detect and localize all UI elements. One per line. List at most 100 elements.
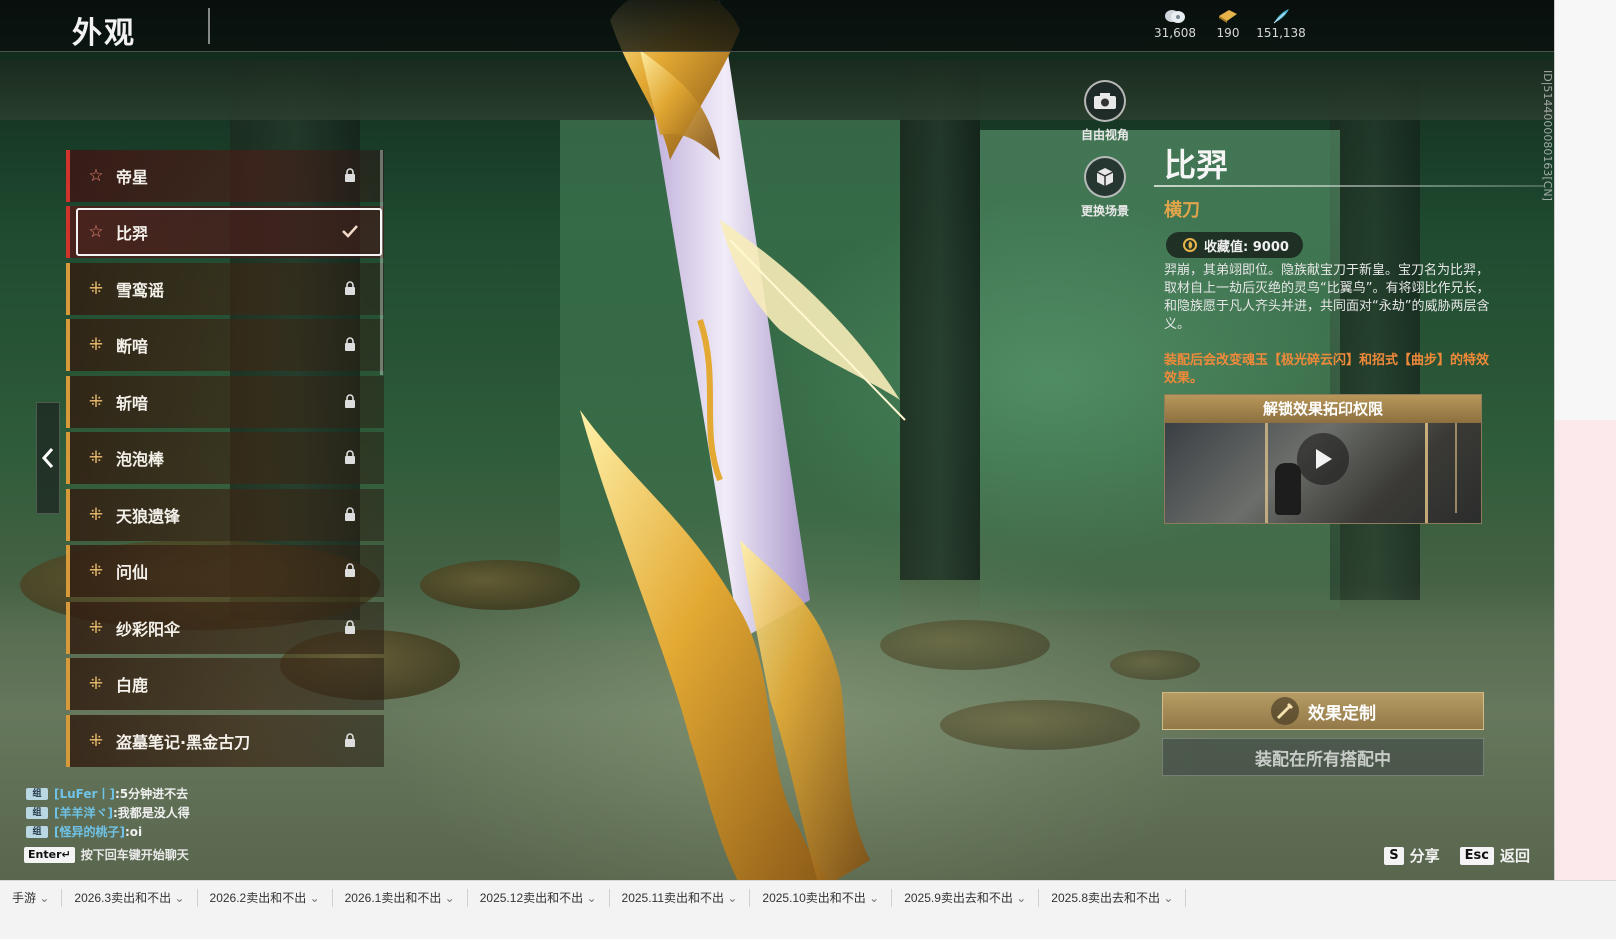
skin-item-daomubiji[interactable]: ⁜ 盗墓笔记·黑金古刀 bbox=[66, 715, 384, 767]
skin-item-shacaiyangsan[interactable]: ⁜ 纱彩阳伞 bbox=[66, 602, 384, 654]
change-scene-label: 更换场景 bbox=[1080, 204, 1129, 218]
star-icon: ☆ bbox=[88, 166, 104, 186]
sheet-tab[interactable]: 2026.1卖出和不出 bbox=[333, 889, 468, 907]
lock-icon bbox=[330, 562, 370, 581]
list-scrollbar[interactable] bbox=[380, 150, 383, 375]
sheet-tab[interactable]: 2025.11卖出和不出 bbox=[610, 889, 751, 907]
skin-item-zhanyin[interactable]: ⁜ 斩喑 bbox=[66, 376, 384, 428]
sheet-tab[interactable]: 2025.8卖出去和不出 bbox=[1039, 889, 1187, 907]
skin-item-label: 断喑 bbox=[116, 337, 149, 356]
detail-panel: 比羿 横刀 收藏值: 9000 羿崩，其弟翊即位。隐族献宝刀于新皇。宝刀名为比羿… bbox=[1154, 140, 1560, 524]
skin-item-label: 帝星 bbox=[116, 168, 149, 187]
equip-all-button[interactable]: 装配在所有搭配中 bbox=[1162, 738, 1484, 776]
equip-all-label: 装配在所有搭配中 bbox=[1255, 749, 1391, 770]
unlock-effect-title: 解锁效果拓印权限 bbox=[1165, 395, 1481, 423]
chat-text: :oi bbox=[124, 824, 143, 839]
effect-customize-label: 效果定制 bbox=[1308, 703, 1376, 724]
skin-item-dixing[interactable]: ☆ 帝星 bbox=[66, 150, 384, 202]
skin-item-tianlangyifeng[interactable]: ⁜ 天狼遗锋 bbox=[66, 489, 384, 541]
cross-icon: ⁜ bbox=[88, 505, 104, 525]
chat-message: 组 [羊羊洋ヾ] :我都是没人得 bbox=[26, 803, 446, 822]
chat-hint-text: 按下回车键开始聊天 bbox=[80, 848, 189, 862]
chat-message: 组 [怪异的桃子] :oi bbox=[26, 822, 446, 841]
star-icon: ☆ bbox=[88, 222, 104, 242]
unlock-effect-card[interactable]: 解锁效果拓印权限 bbox=[1164, 394, 1482, 524]
currency-feather[interactable]: 151,138 bbox=[1246, 8, 1316, 40]
chat-sender[interactable]: [羊羊洋ヾ] bbox=[54, 804, 113, 821]
cross-icon: ⁜ bbox=[88, 731, 104, 751]
spreadsheet-tab-strip: 手游2026.3卖出和不出2026.2卖出和不出2026.1卖出和不出2025.… bbox=[0, 880, 1616, 939]
chat-panel[interactable]: 组 [LuFer丨] :5分钟进不去 组 [羊羊洋ヾ] :我都是没人得 组 [怪… bbox=[26, 784, 446, 841]
free-view-button[interactable]: 自由视角 bbox=[1075, 80, 1135, 143]
chat-text: :5分钟进不去 bbox=[114, 787, 189, 801]
cross-icon: ⁜ bbox=[88, 335, 104, 355]
cross-icon: ⁜ bbox=[88, 561, 104, 581]
lock-icon bbox=[330, 506, 370, 525]
collection-value: 收藏值: 9000 bbox=[1204, 239, 1289, 255]
collection-value-badge: 收藏值: 9000 bbox=[1166, 232, 1303, 258]
sheet-tab[interactable]: 2026.3卖出和不出 bbox=[62, 889, 198, 907]
skin-list[interactable]: ☆ 帝星 ☆ 比羿 ⁜ 雪鸾谣 ⁜ 断喑 ⁜ 斩喑 ⁜ 泡泡棒 ⁜ 天狼遗锋 ⁜… bbox=[66, 150, 384, 790]
lock-icon bbox=[330, 732, 370, 751]
skin-item-paopaobang[interactable]: ⁜ 泡泡棒 bbox=[66, 432, 384, 484]
lock-icon bbox=[330, 280, 370, 299]
skin-item-wenxian[interactable]: ⁜ 问仙 bbox=[66, 545, 384, 597]
brush-icon bbox=[1271, 697, 1299, 725]
skin-item-label: 盗墓笔记·黑金古刀 bbox=[116, 733, 251, 752]
free-view-label: 自由视角 bbox=[1080, 128, 1129, 142]
sheet-tab[interactable]: 2025.10卖出和不出 bbox=[750, 889, 893, 907]
chat-text: :我都是没人得 bbox=[112, 806, 190, 820]
skin-item-label: 斩喑 bbox=[116, 394, 149, 413]
sheet-tab[interactable]: 2025.9卖出去和不出 bbox=[892, 889, 1040, 907]
cross-icon: ⁜ bbox=[88, 618, 104, 638]
share-label: 分享 bbox=[1409, 847, 1440, 865]
chat-channel-tag: 组 bbox=[26, 825, 48, 838]
camera-icon bbox=[1094, 93, 1116, 109]
item-description: 羿崩，其弟翊即位。隐族献宝刀于新皇。宝刀名为比羿，取材自上一劫后灭绝的灵鸟“比翼… bbox=[1164, 263, 1490, 332]
chat-input-hint[interactable]: Enter↵ 按下回车键开始聊天 bbox=[24, 846, 189, 863]
chat-channel-tag: 组 bbox=[26, 787, 48, 800]
play-button[interactable] bbox=[1297, 433, 1349, 485]
skin-item-label: 比羿 bbox=[116, 224, 149, 243]
effect-customize-button[interactable]: 效果定制 bbox=[1162, 692, 1484, 730]
enter-key: Enter↵ bbox=[24, 846, 75, 863]
cross-icon: ⁜ bbox=[88, 674, 104, 694]
skin-item-duanyin[interactable]: ⁜ 断喑 bbox=[66, 319, 384, 371]
player-id: ID|5144000080163[CN] bbox=[1541, 70, 1554, 201]
share-key: S bbox=[1384, 846, 1404, 865]
ticket-icon bbox=[1219, 10, 1237, 23]
back-button[interactable]: Esc 返回 bbox=[1459, 845, 1530, 866]
skin-item-biyi[interactable]: ☆ 比羿 bbox=[66, 206, 384, 258]
skin-item-label: 泡泡棒 bbox=[116, 450, 165, 469]
sheet-tab[interactable]: 2025.12卖出和不出 bbox=[468, 889, 610, 907]
coin-icon bbox=[1165, 10, 1185, 23]
skin-item-xueluanyao[interactable]: ⁜ 雪鸾谣 bbox=[66, 263, 384, 315]
chat-channel-tag: 组 bbox=[26, 806, 48, 819]
effect-preview-video[interactable] bbox=[1165, 423, 1481, 523]
change-scene-button[interactable]: 更换场景 bbox=[1075, 156, 1135, 219]
lock-icon bbox=[330, 336, 370, 355]
top-bar: 外观 31,608 190 151,138 bbox=[0, 0, 1600, 52]
collapse-list-button[interactable] bbox=[36, 402, 60, 514]
lock-icon bbox=[330, 393, 370, 412]
share-button[interactable]: S 分享 bbox=[1384, 845, 1440, 866]
cube-icon bbox=[1096, 168, 1114, 186]
lock-icon bbox=[330, 449, 370, 468]
shortcut-bar: S 分享 Esc 返回 bbox=[1384, 845, 1530, 866]
item-name: 比羿 bbox=[1164, 146, 1229, 184]
skin-item-label: 天狼遗锋 bbox=[116, 507, 181, 526]
check-icon bbox=[330, 223, 370, 242]
sheet-tab[interactable]: 手游 bbox=[0, 889, 63, 907]
title-divider bbox=[208, 8, 210, 44]
background-window-edge bbox=[1554, 0, 1616, 880]
page-title: 外观 bbox=[72, 16, 136, 51]
cross-icon: ⁜ bbox=[88, 392, 104, 412]
skin-item-bailu[interactable]: ⁜ 白鹿 bbox=[66, 658, 384, 710]
weapon-model[interactable] bbox=[520, 0, 1000, 903]
chat-message: 组 [LuFer丨] :5分钟进不去 bbox=[26, 784, 446, 803]
collection-icon bbox=[1183, 238, 1197, 252]
sheet-tab[interactable]: 2026.2卖出和不出 bbox=[198, 889, 333, 907]
chat-sender[interactable]: [LuFer丨] bbox=[54, 785, 115, 802]
chat-sender[interactable]: [怪异的桃子] bbox=[54, 823, 125, 840]
name-divider bbox=[1154, 185, 1544, 187]
